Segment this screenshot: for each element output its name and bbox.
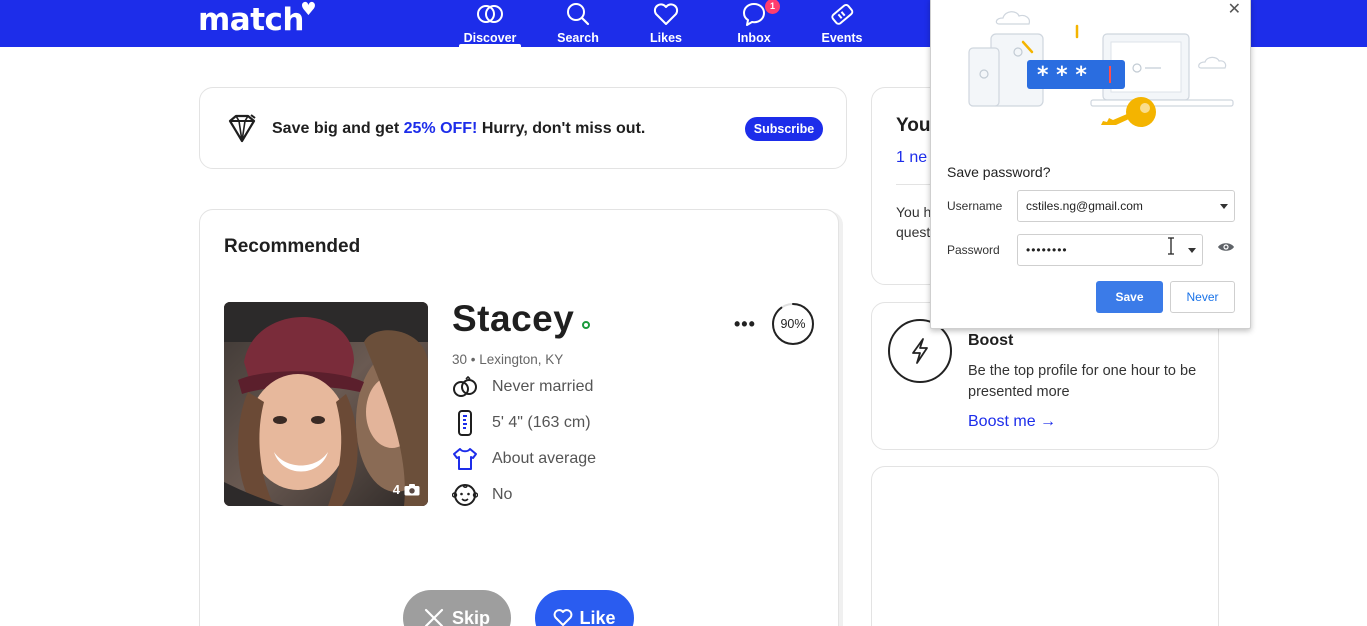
subscribe-button[interactable]: Subscribe <box>745 117 823 141</box>
photo-count: 4 <box>393 482 420 497</box>
baby-icon <box>452 482 478 508</box>
password-label: Password <box>947 243 1000 257</box>
save-password-dialog: ✕ * * * Save password? Username cstiles.… <box>930 0 1251 329</box>
password-mask-text: * * * <box>1037 63 1087 88</box>
nav-search[interactable]: Search <box>538 0 618 45</box>
boost-me-link[interactable]: Boost me → <box>968 413 1056 431</box>
logo-heart-icon: ♥ <box>300 0 316 20</box>
profile-name-row: Stacey <box>452 298 591 340</box>
profile-meta: 30 • Lexington, KY <box>452 352 564 367</box>
username-field[interactable]: cstiles.ng@gmail.com <box>1017 190 1235 222</box>
boost-title: Boost <box>968 332 1014 349</box>
shirt-icon <box>452 446 478 472</box>
attribute-height-text: 5' 4" (163 cm) <box>492 414 591 431</box>
never-button[interactable]: Never <box>1170 281 1235 313</box>
questions-card-link[interactable]: 1 ne <box>896 149 927 167</box>
password-illustration: * * * <box>968 11 1234 127</box>
password-value: •••••••• <box>1026 243 1068 257</box>
skip-label: Skip <box>451 607 490 626</box>
profile-photo[interactable]: 4 <box>224 302 428 506</box>
username-dropdown-icon[interactable] <box>1220 204 1228 209</box>
discover-icon <box>477 5 503 23</box>
questions-card-title: You <box>896 115 931 136</box>
save-password-title: Save password? <box>947 164 1051 180</box>
promo-text: Save big and get 25% OFF! Hurry, don't m… <box>272 120 646 137</box>
save-password-button[interactable]: Save <box>1096 281 1163 313</box>
skip-button[interactable]: Skip <box>403 590 511 626</box>
nav-events-label: Events <box>821 31 863 45</box>
attribute-height: 5' 4" (163 cm) <box>452 410 591 436</box>
attribute-marital-text: Never married <box>492 378 594 395</box>
nav-discover[interactable]: Discover <box>450 0 530 47</box>
like-button[interactable]: Like <box>535 590 634 626</box>
match-percentage-text: 90% <box>780 317 806 331</box>
rings-icon <box>452 374 478 400</box>
like-label: Like <box>579 607 616 626</box>
chat-bubble-icon <box>743 3 765 26</box>
nav-search-label: Search <box>557 31 599 45</box>
attribute-body: About average <box>452 446 596 472</box>
nav-inbox-label: Inbox <box>737 31 771 45</box>
recommended-card: Recommended 4 Stacey 30 • Lexington, KY … <box>199 209 839 626</box>
attribute-marital: Never married <box>452 374 593 400</box>
empty-card <box>871 466 1219 626</box>
profile-photo-image <box>224 302 428 506</box>
heart-icon <box>653 3 679 25</box>
recommended-title: Recommended <box>224 236 361 257</box>
username-value: cstiles.ng@gmail.com <box>1026 199 1143 213</box>
promo-banner: Save big and get 25% OFF! Hurry, don't m… <box>199 87 847 169</box>
nav-events[interactable]: Events <box>802 0 882 45</box>
attribute-body-text: About average <box>492 450 597 467</box>
close-icon <box>424 608 444 626</box>
match-percentage: 90% <box>771 302 815 346</box>
ruler-icon <box>452 410 478 436</box>
attribute-kids-text: No <box>492 486 513 503</box>
nav-inbox[interactable]: 1 Inbox <box>714 0 794 45</box>
nav-likes[interactable]: Likes <box>626 0 706 45</box>
attribute-kids: No <box>452 482 512 508</box>
username-label: Username <box>947 199 1003 213</box>
password-dropdown-icon[interactable] <box>1188 248 1196 253</box>
search-icon <box>567 3 590 26</box>
nav-discover-label: Discover <box>463 31 517 45</box>
nav-likes-label: Likes <box>650 31 682 45</box>
text-cursor-icon <box>1168 237 1174 255</box>
profile-name[interactable]: Stacey <box>452 298 574 340</box>
camera-icon <box>404 483 420 495</box>
match-logo[interactable]: match ♥ <box>198 0 316 38</box>
heart-outline-icon <box>554 609 573 626</box>
inbox-badge: 1 <box>765 0 780 14</box>
boost-description: Be the top profile for one hour to be pr… <box>968 363 1197 400</box>
diamond-tag-icon <box>228 114 256 143</box>
eye-icon[interactable] <box>1217 241 1235 253</box>
online-status-dot <box>582 321 591 329</box>
ticket-icon <box>831 3 854 25</box>
more-options-button[interactable]: ••• <box>734 314 756 335</box>
